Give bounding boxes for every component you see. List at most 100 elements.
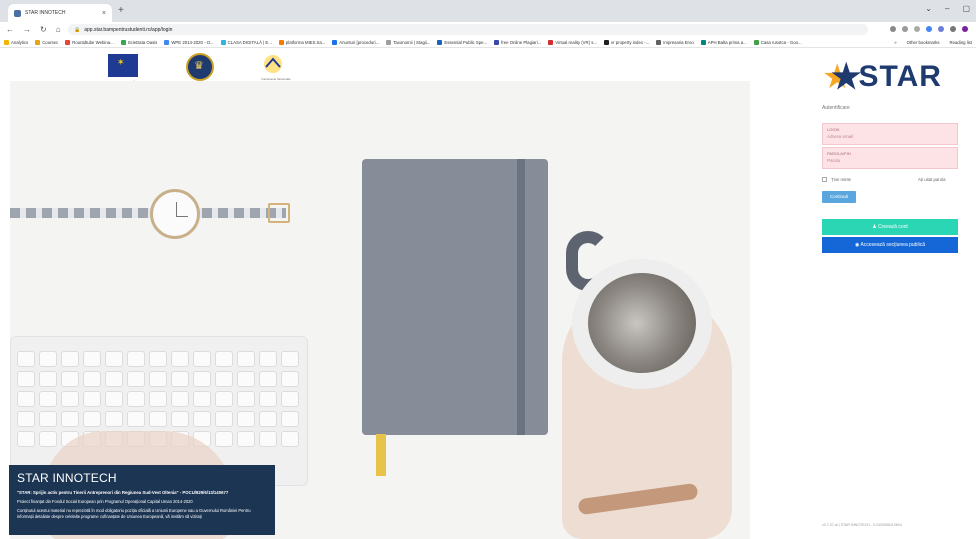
bookmark-item[interactable]: Anunturi [proceduri...	[332, 39, 379, 45]
share-icon[interactable]	[902, 26, 908, 32]
brand-wordmark: STAR	[858, 60, 942, 93]
keyboard-key	[83, 391, 101, 407]
keyboard-key	[149, 371, 167, 387]
keyboard-key	[215, 351, 233, 367]
keyboard-key	[193, 391, 211, 407]
bookmark-favicon-icon	[548, 39, 554, 45]
forgot-password-link[interactable]: Ați uitat parola	[918, 177, 945, 182]
keyboard-key	[281, 411, 299, 427]
extension-icon[interactable]	[938, 26, 944, 32]
keyboard-key	[17, 431, 35, 447]
home-icon[interactable]: ⌂	[56, 25, 61, 34]
remember-label: Ține minte	[831, 177, 852, 182]
keyboard-key	[39, 411, 57, 427]
more-bookmarks-button[interactable]: »	[894, 40, 896, 45]
bookmark-ribbon	[376, 434, 386, 476]
maximize-icon[interactable]: ▢	[962, 4, 970, 13]
keyboard-key	[149, 411, 167, 427]
keyboard-key	[61, 371, 79, 387]
reading-list-button[interactable]: Reading list	[950, 40, 972, 45]
bookmark-item[interactable]: Coursec	[35, 39, 58, 45]
keyboard-key	[105, 391, 123, 407]
bookmark-item[interactable]: free Online Plagiari...	[494, 39, 541, 45]
funding-text: Proiect finanțat din Fondul Social Europ…	[17, 499, 193, 504]
bookmark-item[interactable]: WPE 2014-2020 - O...	[164, 39, 214, 45]
profile-avatar-icon[interactable]	[962, 26, 968, 32]
bookmark-star-icon[interactable]	[914, 26, 920, 32]
keyboard-key	[61, 411, 79, 427]
disclaimer-text: Conținutul acestui material nu reprezint…	[17, 508, 251, 519]
tab-close-icon[interactable]: ×	[102, 10, 106, 17]
watch-clasp	[268, 203, 290, 223]
bookmark-item[interactable]: vr property index -...	[603, 39, 649, 45]
keyboard-key	[83, 351, 101, 367]
bookmark-item[interactable]: Taxonomii | Stagii...	[386, 39, 430, 45]
keyboard-key	[127, 351, 145, 367]
keyboard-key	[215, 371, 233, 387]
remember-me[interactable]: Ține minte	[822, 177, 851, 182]
bookmark-favicon-icon	[120, 39, 126, 45]
bookmark-favicon-icon	[753, 39, 759, 45]
url-text: app.star.bampentrustudenti.ro/app/login	[84, 26, 173, 33]
keyboard-key	[39, 391, 57, 407]
keyboard-key	[149, 391, 167, 407]
bookmark-item[interactable]: Casa rusotca - Goo...	[753, 39, 802, 45]
other-bookmarks-folder[interactable]: Other bookmarks	[907, 40, 940, 45]
address-bar-row: ← → ↻ ⌂ 🔒 app.star.bampentrustudenti.ro/…	[0, 22, 976, 37]
keyboard-key	[237, 351, 255, 367]
bookmark-item[interactable]: Analytics	[4, 39, 28, 45]
minimize-icon[interactable]: –	[945, 4, 949, 13]
tab-search-icon[interactable]: ⌄	[925, 4, 932, 13]
remember-checkbox[interactable]	[822, 177, 827, 182]
keyboard-key	[215, 411, 233, 427]
bookmark-favicon-icon	[700, 39, 706, 45]
favicon-icon	[14, 9, 21, 17]
keyboard-key	[259, 391, 277, 407]
bookmark-favicon-icon	[220, 39, 226, 45]
puzzle-icon[interactable]	[950, 26, 956, 32]
bookmark-favicon-icon	[437, 39, 443, 45]
bookmark-favicon-icon	[35, 39, 41, 45]
bookmark-item[interactable]: Virtual reality (VR) s...	[548, 39, 597, 45]
reload-icon[interactable]: ↻	[40, 25, 47, 34]
bookmark-favicon-icon	[278, 39, 284, 45]
back-arrow-icon[interactable]: ←	[6, 25, 14, 34]
keyboard-key	[171, 371, 189, 387]
public-section-button[interactable]: ◉ Accesează secțiunea publică	[822, 237, 958, 253]
forward-arrow-icon[interactable]: →	[23, 25, 31, 34]
bookmark-item[interactable]: APH Balta prima a...	[700, 39, 747, 45]
keyboard-key	[149, 351, 167, 367]
url-field[interactable]: 🔒 app.star.bampentrustudenti.ro/app/logi…	[68, 24, 868, 35]
new-tab-button[interactable]: +	[118, 5, 124, 17]
bookmark-item[interactable]: CLASA DIGITALĂ | E...	[220, 39, 272, 45]
create-account-button[interactable]: ♟ Creează cont	[822, 219, 958, 235]
bookmark-item[interactable]: Essential Public Spe...	[437, 39, 487, 45]
extension-icon[interactable]	[926, 26, 932, 32]
keyboard-key	[83, 371, 101, 387]
password-field[interactable]: PAROLA/PIN Parola	[822, 147, 958, 169]
eu-stars-icon: ✶	[117, 57, 125, 67]
info-title: STAR INNOTECH	[17, 471, 117, 485]
key-icon[interactable]	[890, 26, 896, 32]
bookmark-item[interactable]: ScieData Oasis	[120, 39, 157, 45]
browser-tab[interactable]: STAR INNOTECH ×	[8, 4, 112, 22]
keyboard-key	[39, 371, 57, 387]
browser-tab-strip: STAR INNOTECH × + ⌄ – ▢	[0, 0, 976, 22]
government-seal-logo: ♛	[186, 53, 214, 81]
nav-buttons: ← → ↻ ⌂	[6, 25, 64, 34]
keyboard-key	[237, 411, 255, 427]
keyboard-key	[193, 411, 211, 427]
bookmark-item[interactable]: Impresaria Eroo	[656, 39, 694, 45]
continue-button[interactable]: Continuă	[822, 191, 856, 203]
keyboard-key	[171, 411, 189, 427]
bookmark-favicon-icon	[603, 39, 609, 45]
bookmark-item[interactable]: Rountdtube Webina...	[65, 39, 114, 45]
keyboard-key	[61, 391, 79, 407]
email-field[interactable]: LOGIN Adresa email	[822, 123, 958, 145]
keyboard-key	[17, 391, 35, 407]
tab-title: STAR INNOTECH	[25, 10, 66, 16]
email-label: LOGIN	[827, 127, 840, 132]
email-placeholder: Adresa email	[827, 134, 854, 139]
bookmarks-right-group: » Other bookmarks Reading list	[888, 37, 972, 47]
bookmark-item[interactable]: platforma MIES.tra...	[278, 39, 325, 45]
